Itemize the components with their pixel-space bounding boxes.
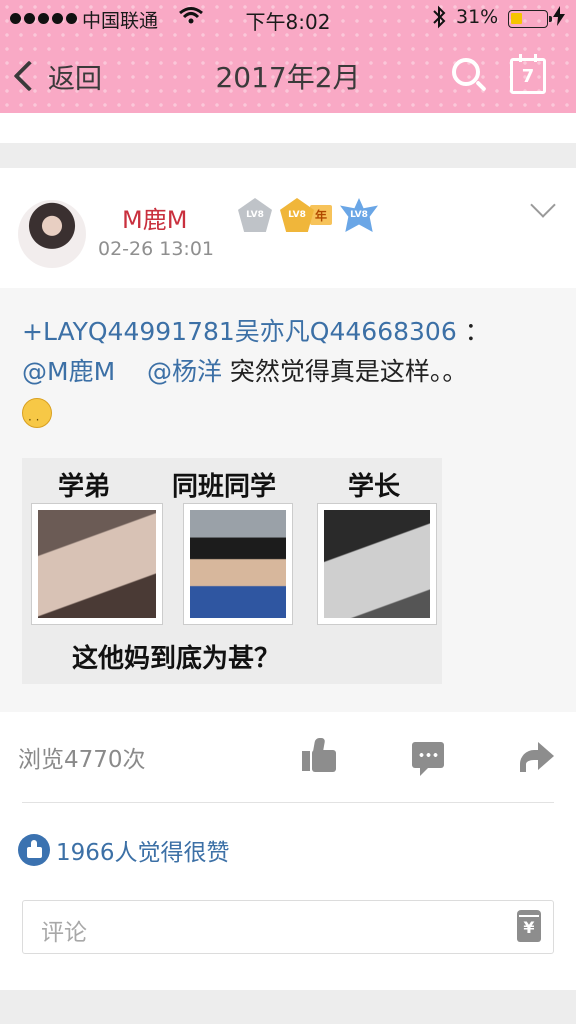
charging-icon (553, 6, 565, 31)
image-caption: 这他妈到底为甚？ (72, 644, 281, 674)
image-label: 学弟 (58, 472, 111, 502)
comment-placeholder: 评论 (41, 920, 87, 946)
photo-portrait (318, 504, 436, 624)
calendar-icon[interactable]: 7 (510, 54, 546, 94)
divider (22, 802, 554, 803)
likes-summary[interactable]: 1966人觉得很赞 (18, 834, 230, 866)
bluetooth-icon (432, 5, 446, 34)
chevron-down-icon[interactable] (530, 192, 556, 218)
likes-count-text: 1966人觉得很赞 (56, 840, 230, 866)
year-badge-icon: 年 (310, 205, 332, 225)
post-timestamp: 02-26 13:01 (98, 238, 215, 260)
previous-card-bottom (0, 113, 576, 143)
post-text: +LAYQ44991781吴亦凡Q44668306 ： @M鹿M @杨洋 突然觉… (22, 312, 552, 440)
post-card: M鹿M 02-26 13:01 LV8 LV8 年 LV8 +LAYQ44991… (0, 168, 576, 990)
avatar[interactable] (18, 200, 86, 268)
mention-link[interactable]: @M鹿M (22, 357, 115, 386)
author-name[interactable]: M鹿M (122, 200, 187, 235)
comment-input[interactable]: 评论 ¥ (22, 900, 554, 954)
view-count: 浏览4770次 (18, 747, 146, 773)
page-title: 2017年2月 (215, 61, 361, 94)
photo-portrait (32, 504, 162, 624)
gold-level-badge-icon: LV8 (280, 198, 314, 232)
battery-percent: 31% (456, 6, 499, 28)
battery-icon (508, 10, 552, 28)
user-badges: LV8 LV8 年 LV8 (238, 198, 378, 232)
colon-text: ： (456, 317, 490, 346)
search-icon[interactable] (452, 58, 488, 94)
image-label: 同班同学 (172, 472, 277, 502)
photo-portrait (184, 504, 292, 624)
comment-icon[interactable] (412, 742, 444, 776)
mention-link[interactable]: @杨洋 (147, 357, 222, 386)
status-bar: 中国联通 下午8:02 31% (0, 0, 576, 38)
post-body-text: 突然觉得真是这样。。 (221, 357, 468, 386)
star-badge-icon: LV8 (340, 198, 378, 232)
topic-link[interactable]: +LAYQ44991781吴亦凡Q44668306 (22, 317, 457, 346)
thumbs-up-badge-icon (18, 834, 50, 866)
share-icon[interactable] (518, 742, 554, 772)
thumbs-up-icon[interactable] (302, 738, 336, 772)
image-label: 学长 (348, 472, 401, 502)
thinking-face-icon (22, 398, 52, 440)
reward-icon[interactable]: ¥ (517, 910, 541, 942)
top-bar: 中国联通 下午8:02 31% 返回 2017年2月 7 (0, 0, 576, 113)
level-badge-icon: LV8 (238, 198, 272, 232)
post-image[interactable]: 学弟 同班同学 学长 这他妈到底为甚？ (22, 458, 442, 684)
